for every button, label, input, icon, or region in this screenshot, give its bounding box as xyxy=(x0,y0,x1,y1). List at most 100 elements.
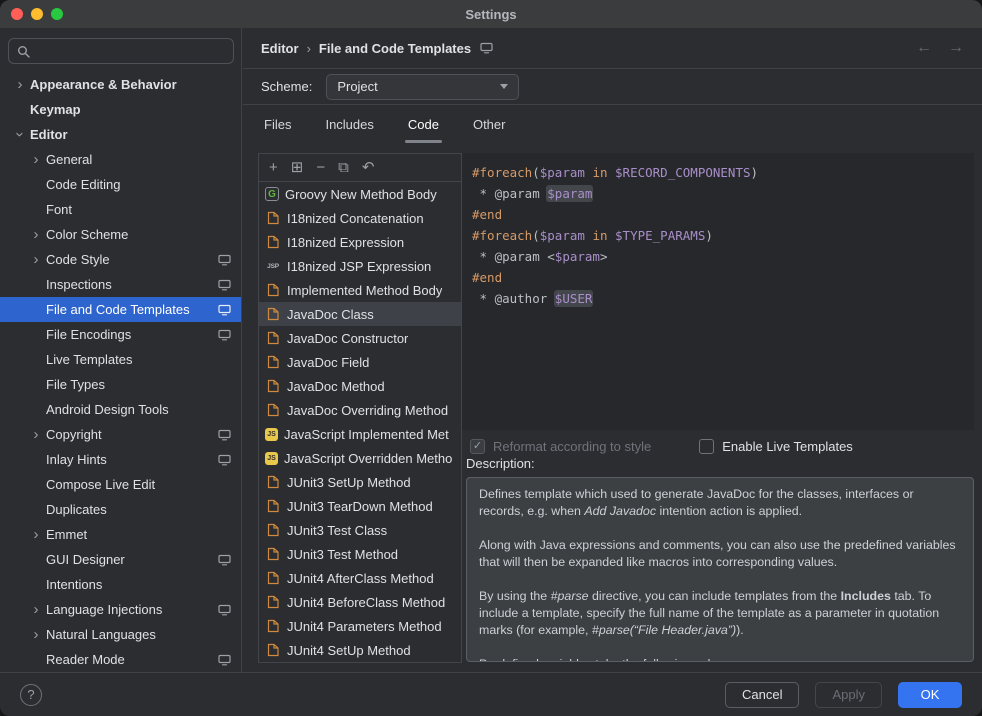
code-token: ( xyxy=(532,228,540,243)
sidebar-item-color-scheme[interactable]: ›Color Scheme xyxy=(0,222,241,247)
chevron-right-icon[interactable]: › xyxy=(28,527,44,542)
code-token: $param xyxy=(540,165,585,180)
add-template-icon[interactable]: + xyxy=(269,160,278,175)
chevron-right-icon[interactable]: › xyxy=(28,627,44,642)
template-item-junit3-setup-method[interactable]: JUnit3 SetUp Method xyxy=(259,470,461,494)
sidebar-item-file-and-code-templates[interactable]: File and Code Templates xyxy=(0,297,241,322)
sidebar-item-android-design-tools[interactable]: Android Design Tools xyxy=(0,397,241,422)
description-text: intention action is applied. xyxy=(656,504,802,518)
chevron-down-icon[interactable]: › xyxy=(13,127,28,143)
sidebar-item-duplicates[interactable]: Duplicates xyxy=(0,497,241,522)
template-file-icon xyxy=(265,474,281,490)
sidebar-item-general[interactable]: ›General xyxy=(0,147,241,172)
sidebar-item-code-style[interactable]: ›Code Style xyxy=(0,247,241,272)
sidebar-item-file-encodings[interactable]: File Encodings xyxy=(0,322,241,347)
apply-button[interactable]: Apply xyxy=(815,682,882,708)
template-item-i18nized-concatenation[interactable]: I18nized Concatenation xyxy=(259,206,461,230)
template-file-icon xyxy=(265,618,281,634)
template-item-junit4-beforeclass-method[interactable]: JUnit4 BeforeClass Method xyxy=(259,590,461,614)
template-item-junit3-test-class[interactable]: JUnit3 Test Class xyxy=(259,518,461,542)
screen-badge-icon xyxy=(218,554,231,566)
template-item-i18nized-expression[interactable]: I18nized Expression xyxy=(259,230,461,254)
template-item-junit3-test-method[interactable]: JUnit3 Test Method xyxy=(259,542,461,566)
cancel-button[interactable]: Cancel xyxy=(725,682,799,708)
template-item-label: JavaDoc Overriding Method xyxy=(287,403,448,418)
sidebar-item-file-types[interactable]: File Types xyxy=(0,372,241,397)
remove-template-icon[interactable]: − xyxy=(316,160,325,175)
template-item-javascript-implemented-met[interactable]: JSJavaScript Implemented Met xyxy=(259,422,461,446)
template-item-javadoc-field[interactable]: JavaDoc Field xyxy=(259,350,461,374)
template-item-junit4-setup-method[interactable]: JUnit4 SetUp Method xyxy=(259,638,461,662)
sidebar-item-inspections[interactable]: Inspections xyxy=(0,272,241,297)
sidebar-item-copyright[interactable]: ›Copyright xyxy=(0,422,241,447)
template-item-javadoc-class[interactable]: JavaDoc Class xyxy=(259,302,461,326)
tab-files[interactable]: Files xyxy=(261,105,294,143)
reset-to-default-icon[interactable]: ↶ xyxy=(362,160,375,175)
tab-includes[interactable]: Includes xyxy=(322,105,376,143)
template-item-label: JavaDoc Method xyxy=(287,379,385,394)
sidebar-item-label: Inlay Hints xyxy=(46,452,218,467)
chevron-right-icon[interactable]: › xyxy=(28,227,44,242)
template-item-label: JUnit4 Parameters Method xyxy=(287,619,442,634)
sidebar-item-compose-live-edit[interactable]: Compose Live Edit xyxy=(0,472,241,497)
search-icon xyxy=(17,45,30,58)
description-paragraph: Along with Java expressions and comments… xyxy=(479,537,961,571)
template-item-groovy-new-method-body[interactable]: GGroovy New Method Body xyxy=(259,182,461,206)
template-item-junit4-parameters-method[interactable]: JUnit4 Parameters Method xyxy=(259,614,461,638)
description-box[interactable]: Defines template which used to generate … xyxy=(466,477,974,662)
ok-button[interactable]: OK xyxy=(898,682,962,708)
sidebar-item-appearance-behavior[interactable]: ›Appearance & Behavior xyxy=(0,72,241,97)
sidebar-item-code-editing[interactable]: Code Editing xyxy=(0,172,241,197)
reformat-checkbox[interactable]: ✓ Reformat according to style xyxy=(470,439,651,454)
minimize-button[interactable] xyxy=(31,8,43,20)
template-file-icon xyxy=(265,210,281,226)
sidebar-item-label: File Types xyxy=(46,377,241,392)
template-code-editor[interactable]: #foreach($param in $RECORD_COMPONENTS) *… xyxy=(462,153,974,430)
sidebar-item-reader-mode[interactable]: Reader Mode xyxy=(0,647,241,672)
tab-other[interactable]: Other xyxy=(470,105,509,143)
template-item-label: JUnit3 TearDown Method xyxy=(287,499,433,514)
sidebar-item-keymap[interactable]: Keymap xyxy=(0,97,241,122)
breadcrumb-editor[interactable]: Editor xyxy=(261,41,299,56)
sidebar-item-inlay-hints[interactable]: Inlay Hints xyxy=(0,447,241,472)
template-item-javadoc-overriding-method[interactable]: JavaDoc Overriding Method xyxy=(259,398,461,422)
checkbox-checked-icon: ✓ xyxy=(470,439,485,454)
copy-template-icon[interactable]: ⧉ xyxy=(338,160,349,175)
chevron-right-icon[interactable]: › xyxy=(28,427,44,442)
template-file-icon xyxy=(265,378,281,394)
sidebar-item-natural-languages[interactable]: ›Natural Languages xyxy=(0,622,241,647)
chevron-right-icon[interactable]: › xyxy=(28,252,44,267)
back-icon[interactable]: ← xyxy=(916,39,932,57)
sidebar-item-gui-designer[interactable]: GUI Designer xyxy=(0,547,241,572)
sidebar-item-editor[interactable]: ›Editor xyxy=(0,122,241,147)
tab-code[interactable]: Code xyxy=(405,105,442,143)
enable-live-templates-checkbox[interactable]: Enable Live Templates xyxy=(699,439,853,454)
sidebar-item-label: Duplicates xyxy=(46,502,241,517)
close-button[interactable] xyxy=(11,8,23,20)
zoom-button[interactable] xyxy=(51,8,63,20)
sidebar-item-intentions[interactable]: Intentions xyxy=(0,572,241,597)
scheme-select[interactable]: Project xyxy=(326,74,519,100)
template-item-javascript-overridden-metho[interactable]: JSJavaScript Overridden Metho xyxy=(259,446,461,470)
chevron-right-icon[interactable]: › xyxy=(28,602,44,617)
code-token: $TYPE_PARAMS xyxy=(615,228,705,243)
chevron-right-icon[interactable]: › xyxy=(28,152,44,167)
template-item-javadoc-constructor[interactable]: JavaDoc Constructor xyxy=(259,326,461,350)
template-item-junit3-teardown-method[interactable]: JUnit3 TearDown Method xyxy=(259,494,461,518)
chevron-right-icon[interactable]: › xyxy=(12,77,28,92)
help-button[interactable]: ? xyxy=(20,684,42,706)
titlebar: Settings xyxy=(0,0,982,28)
sidebar-item-language-injections[interactable]: ›Language Injections xyxy=(0,597,241,622)
sidebar-item-live-templates[interactable]: Live Templates xyxy=(0,347,241,372)
template-item-javadoc-method[interactable]: JavaDoc Method xyxy=(259,374,461,398)
screen-badge-icon xyxy=(218,654,231,666)
sidebar-item-label: Android Design Tools xyxy=(46,402,241,417)
forward-icon[interactable]: → xyxy=(948,39,964,57)
add-child-template-icon[interactable]: ⊞ xyxy=(291,160,304,175)
template-item-i18nized-jsp-expression[interactable]: JSPI18nized JSP Expression xyxy=(259,254,461,278)
sidebar-item-emmet[interactable]: ›Emmet xyxy=(0,522,241,547)
settings-search-input[interactable] xyxy=(8,38,234,64)
template-item-implemented-method-body[interactable]: Implemented Method Body xyxy=(259,278,461,302)
template-item-junit4-afterclass-method[interactable]: JUnit4 AfterClass Method xyxy=(259,566,461,590)
sidebar-item-font[interactable]: Font xyxy=(0,197,241,222)
